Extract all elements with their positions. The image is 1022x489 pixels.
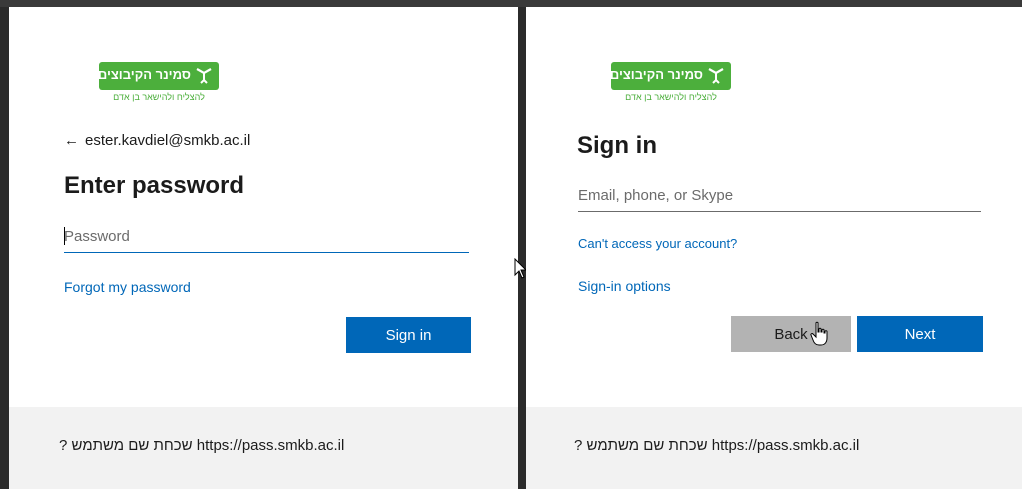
window-top-edge	[0, 0, 1022, 7]
footer-help-text[interactable]: ? שכחת שם משתמש https://pass.smkb.ac.il	[59, 437, 344, 454]
footer: ? שכחת שם משתמש https://pass.smkb.ac.il	[9, 407, 518, 489]
hand-pointer-icon	[810, 321, 828, 346]
sign-in-button[interactable]: Sign in	[346, 317, 471, 353]
sign-in-options-link[interactable]: Sign-in options	[578, 278, 671, 294]
footer-help-text[interactable]: ? שכחת שם משתמש https://pass.smkb.ac.il	[574, 437, 859, 454]
org-logo: סמינר הקיבוצים להצליח ולהישאר בן אדם	[609, 62, 731, 106]
logo-badge: סמינר הקיבוצים	[97, 62, 219, 90]
page-title: Enter password	[64, 172, 245, 199]
back-arrow-icon[interactable]: ←	[64, 132, 79, 149]
page-title: Sign in	[577, 132, 657, 159]
logo-tagline: להצליח ולהישאר בן אדם	[625, 92, 717, 102]
text-caret	[64, 227, 65, 245]
account-back-row[interactable]: ← ester.kavdiel@smkb.ac.il	[64, 132, 250, 149]
forgot-password-link[interactable]: Forgot my password	[64, 279, 191, 295]
cant-access-account-link[interactable]: Can't access your account?	[578, 236, 737, 251]
sign-in-panel: סמינר הקיבוצים להצליח ולהישאר בן אדם Sig…	[526, 7, 1022, 489]
logo-text: סמינר הקיבוצים	[97, 67, 191, 82]
logo-badge: סמינר הקיבוצים	[609, 62, 731, 90]
logo-text: סמינר הקיבוצים	[609, 67, 703, 82]
email-field-wrap	[578, 179, 981, 212]
email-input[interactable]	[578, 179, 981, 211]
back-button[interactable]: Back	[731, 316, 851, 352]
org-logo: סמינר הקיבוצים להצליח ולהישאר בן אדם	[97, 62, 219, 106]
footer: ? שכחת שם משתמש https://pass.smkb.ac.il	[526, 407, 1022, 489]
password-input[interactable]	[64, 220, 469, 252]
password-panel: סמינר הקיבוצים להצליח ולהישאר בן אדם ← es…	[9, 7, 518, 489]
logo-tagline: להצליח ולהישאר בן אדם	[113, 92, 205, 102]
next-button[interactable]: Next	[857, 316, 983, 352]
logo-emblem-icon	[196, 68, 212, 84]
logo-emblem-icon	[708, 68, 724, 84]
account-email: ester.kavdiel@smkb.ac.il	[85, 132, 251, 149]
password-field-wrap	[64, 220, 469, 253]
